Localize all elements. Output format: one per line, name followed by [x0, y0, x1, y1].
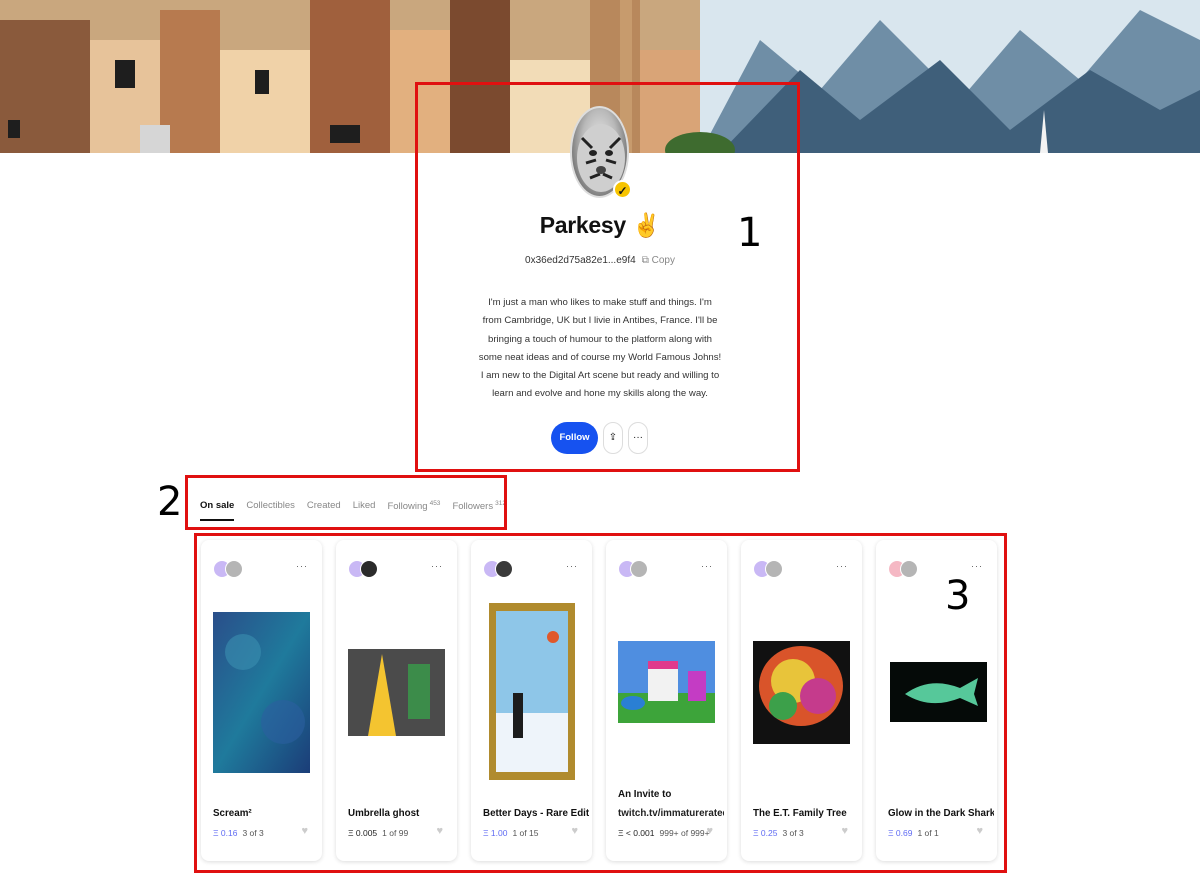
annotation-box-profile — [415, 82, 800, 472]
annotation-label-1: 1 — [737, 210, 763, 256]
annotation-box-tabs — [185, 475, 507, 530]
annotation-box-cards — [194, 533, 1007, 873]
annotation-label-2: 2 — [157, 479, 183, 525]
annotation-label-3: 3 — [945, 573, 971, 619]
